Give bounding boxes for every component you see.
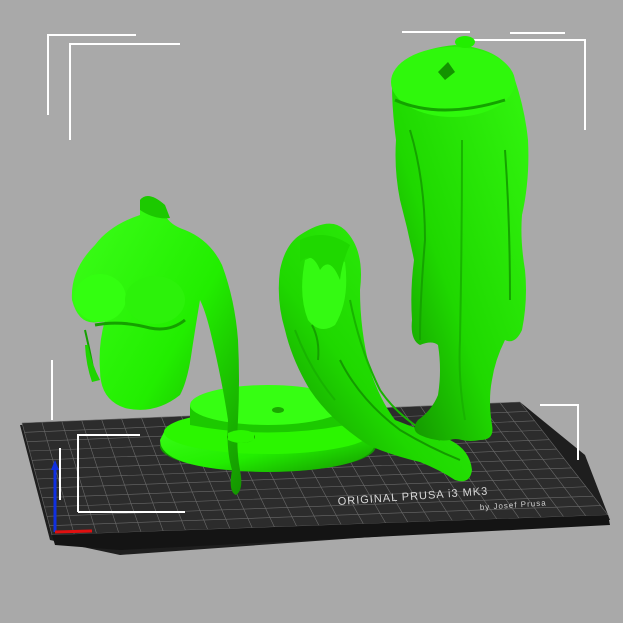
3d-viewport[interactable]: ORIGINAL PRUSA i3 MK3 by Josef Prusa: [0, 0, 623, 623]
object-legs[interactable]: [391, 36, 529, 441]
scene-svg: ORIGINAL PRUSA i3 MK3 by Josef Prusa: [20, 31, 610, 555]
x-axis: [54, 529, 93, 534]
